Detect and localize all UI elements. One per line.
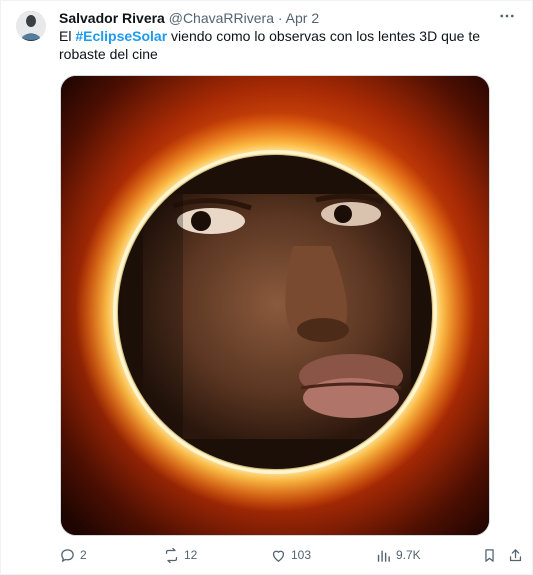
more-horizontal-icon	[500, 14, 514, 18]
tweet-actions: 2 12 103 9.7K	[59, 545, 525, 565]
tweet-date[interactable]: Apr 2	[286, 10, 319, 26]
author-handle[interactable]: @ChavaRRivera	[169, 10, 274, 26]
author-name[interactable]: Salvador Rivera	[59, 10, 165, 26]
hashtag-link[interactable]: #EclipseSolar	[75, 28, 167, 44]
repost-button[interactable]: 12	[163, 545, 197, 565]
repost-icon	[165, 547, 178, 563]
reply-icon	[61, 548, 74, 562]
share-button[interactable]	[507, 545, 524, 565]
more-icon[interactable]	[496, 7, 518, 25]
tweet-card[interactable]: Salvador Rivera @ChavaRRivera · Apr 2 El…	[0, 0, 533, 575]
separator-dot: ·	[277, 10, 283, 26]
tweet-media[interactable]	[60, 75, 490, 536]
avatar[interactable]	[16, 11, 46, 41]
heart-icon	[272, 550, 285, 562]
reply-button[interactable]: 2	[59, 545, 87, 565]
repost-count: 12	[184, 548, 198, 562]
tweet-header: Salvador Rivera @ChavaRRivera · Apr 2	[59, 9, 492, 27]
eclipse-image	[61, 76, 489, 535]
views-button[interactable]: 9.7K	[375, 545, 421, 565]
tweet-text: El #EclipseSolar viendo como lo observas…	[59, 27, 518, 63]
like-button[interactable]: 103	[270, 545, 311, 565]
views-icon	[377, 550, 390, 562]
share-icon	[509, 548, 522, 561]
bookmark-button[interactable]	[481, 545, 498, 565]
bookmark-icon	[485, 548, 494, 562]
tweet-text-before: El	[59, 28, 76, 44]
like-count: 103	[291, 548, 312, 562]
views-count: 9.7K	[396, 548, 421, 562]
reply-count: 2	[80, 548, 87, 562]
